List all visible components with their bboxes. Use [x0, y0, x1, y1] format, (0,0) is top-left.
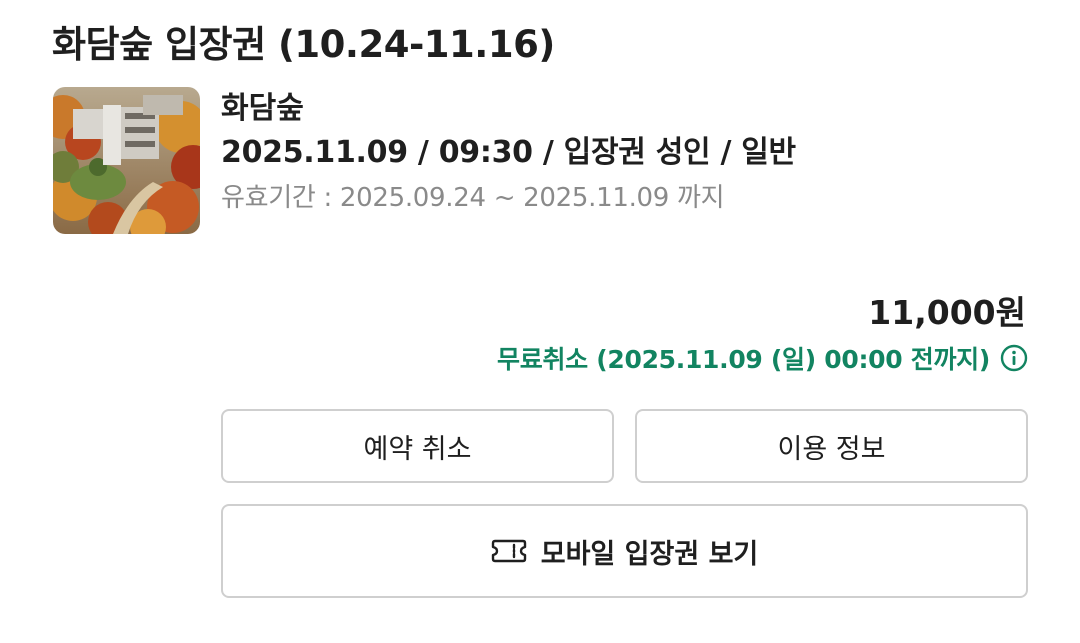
booking-info: 화담숲 2025.11.09 / 09:30 / 입장권 성인 / 일반 유효기… [221, 88, 796, 220]
mobile-ticket-button[interactable]: 모바일 입장권 보기 [221, 504, 1028, 598]
cancel-reservation-button[interactable]: 예약 취소 [221, 409, 614, 483]
page-title: 화담숲 입장권 (10.24-11.16) [52, 23, 555, 66]
venue-thumbnail[interactable] [53, 87, 200, 234]
venue-name: 화담숲 [221, 91, 304, 126]
ticket-icon [491, 537, 527, 565]
mobile-ticket-label: 모바일 입장권 보기 [540, 538, 759, 570]
price: 11,000원 [868, 293, 1026, 332]
usage-info-button[interactable]: 이용 정보 [635, 409, 1028, 483]
booking-detail: 2025.11.09 / 09:30 / 입장권 성인 / 일반 [221, 135, 796, 170]
booking-card: 화담숲 입장권 (10.24-11.16) 화담숲 2025.11.09 / 0… [0, 0, 1080, 643]
validity-period: 유효기간 : 2025.09.24 ~ 2025.11.09 까지 [221, 183, 725, 213]
usage-info-label: 이용 정보 [777, 433, 886, 465]
free-cancel-text: 무료취소 (2025.11.09 (일) 00:00 전까지) [497, 345, 990, 374]
venue-photo [53, 87, 200, 234]
free-cancel-note: 무료취소 (2025.11.09 (일) 00:00 전까지) [497, 340, 1028, 376]
info-icon[interactable] [1000, 344, 1028, 372]
cancel-reservation-label: 예약 취소 [363, 433, 472, 465]
